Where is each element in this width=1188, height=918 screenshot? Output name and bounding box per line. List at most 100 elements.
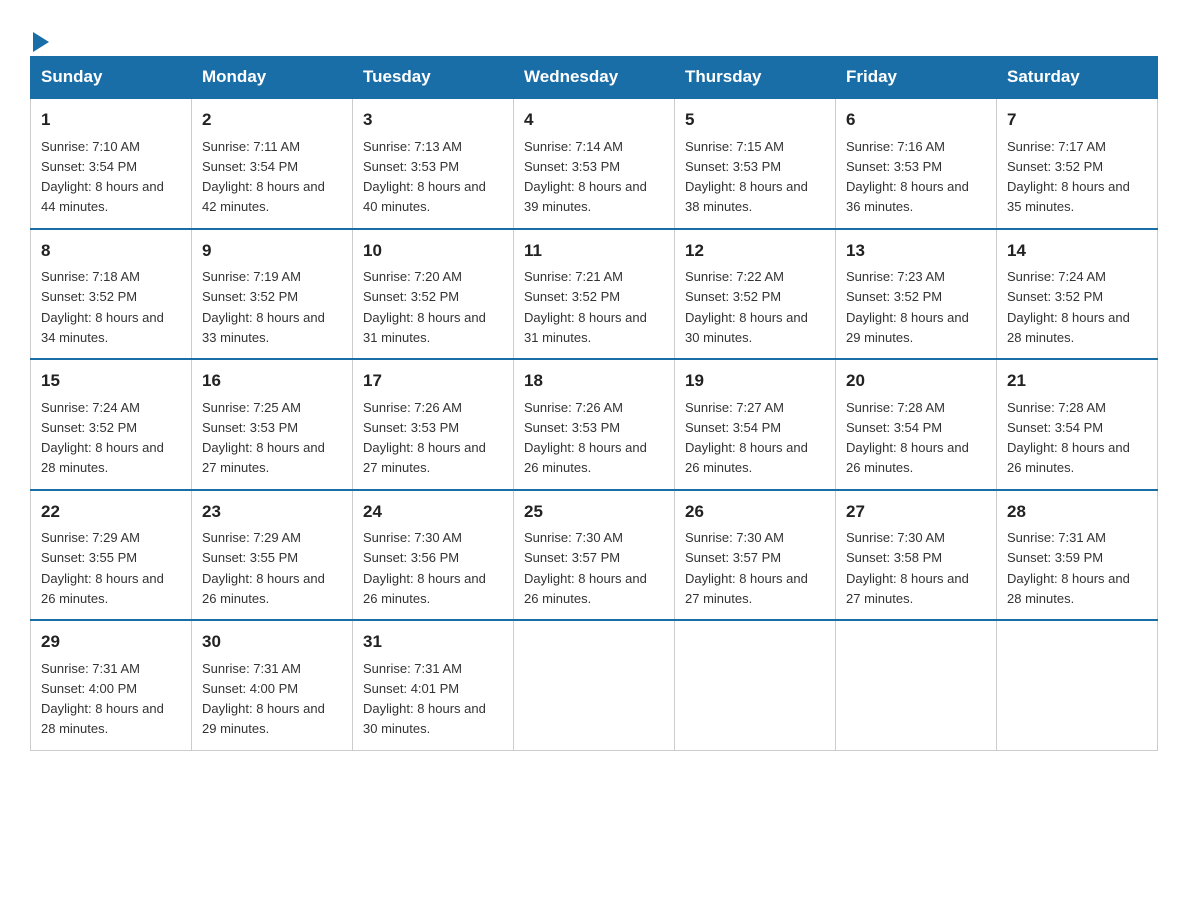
weekday-header-friday: Friday (836, 57, 997, 99)
day-info: Sunrise: 7:30 AMSunset: 3:57 PMDaylight:… (524, 530, 647, 606)
day-number: 6 (846, 107, 986, 133)
weekday-header-monday: Monday (192, 57, 353, 99)
day-cell: 31 Sunrise: 7:31 AMSunset: 4:01 PMDaylig… (353, 620, 514, 750)
day-cell: 2 Sunrise: 7:11 AMSunset: 3:54 PMDayligh… (192, 98, 353, 229)
day-info: Sunrise: 7:14 AMSunset: 3:53 PMDaylight:… (524, 139, 647, 215)
day-info: Sunrise: 7:29 AMSunset: 3:55 PMDaylight:… (41, 530, 164, 606)
day-number: 12 (685, 238, 825, 264)
day-cell: 24 Sunrise: 7:30 AMSunset: 3:56 PMDaylig… (353, 490, 514, 621)
day-cell (675, 620, 836, 750)
day-info: Sunrise: 7:17 AMSunset: 3:52 PMDaylight:… (1007, 139, 1130, 215)
day-cell: 30 Sunrise: 7:31 AMSunset: 4:00 PMDaylig… (192, 620, 353, 750)
day-info: Sunrise: 7:23 AMSunset: 3:52 PMDaylight:… (846, 269, 969, 345)
day-cell: 6 Sunrise: 7:16 AMSunset: 3:53 PMDayligh… (836, 98, 997, 229)
day-cell: 8 Sunrise: 7:18 AMSunset: 3:52 PMDayligh… (31, 229, 192, 360)
day-number: 23 (202, 499, 342, 525)
day-number: 9 (202, 238, 342, 264)
day-info: Sunrise: 7:30 AMSunset: 3:56 PMDaylight:… (363, 530, 486, 606)
day-number: 24 (363, 499, 503, 525)
day-info: Sunrise: 7:19 AMSunset: 3:52 PMDaylight:… (202, 269, 325, 345)
day-cell: 23 Sunrise: 7:29 AMSunset: 3:55 PMDaylig… (192, 490, 353, 621)
day-cell (836, 620, 997, 750)
day-cell: 1 Sunrise: 7:10 AMSunset: 3:54 PMDayligh… (31, 98, 192, 229)
day-number: 28 (1007, 499, 1147, 525)
day-info: Sunrise: 7:28 AMSunset: 3:54 PMDaylight:… (846, 400, 969, 476)
day-number: 30 (202, 629, 342, 655)
day-cell: 18 Sunrise: 7:26 AMSunset: 3:53 PMDaylig… (514, 359, 675, 490)
day-info: Sunrise: 7:31 AMSunset: 4:01 PMDaylight:… (363, 661, 486, 737)
day-cell: 29 Sunrise: 7:31 AMSunset: 4:00 PMDaylig… (31, 620, 192, 750)
day-cell: 7 Sunrise: 7:17 AMSunset: 3:52 PMDayligh… (997, 98, 1158, 229)
day-cell: 27 Sunrise: 7:30 AMSunset: 3:58 PMDaylig… (836, 490, 997, 621)
day-cell (997, 620, 1158, 750)
day-info: Sunrise: 7:20 AMSunset: 3:52 PMDaylight:… (363, 269, 486, 345)
day-cell (514, 620, 675, 750)
day-number: 18 (524, 368, 664, 394)
day-info: Sunrise: 7:24 AMSunset: 3:52 PMDaylight:… (1007, 269, 1130, 345)
day-number: 17 (363, 368, 503, 394)
day-info: Sunrise: 7:11 AMSunset: 3:54 PMDaylight:… (202, 139, 325, 215)
day-info: Sunrise: 7:31 AMSunset: 4:00 PMDaylight:… (41, 661, 164, 737)
day-info: Sunrise: 7:29 AMSunset: 3:55 PMDaylight:… (202, 530, 325, 606)
day-cell: 13 Sunrise: 7:23 AMSunset: 3:52 PMDaylig… (836, 229, 997, 360)
day-number: 14 (1007, 238, 1147, 264)
day-cell: 26 Sunrise: 7:30 AMSunset: 3:57 PMDaylig… (675, 490, 836, 621)
day-number: 16 (202, 368, 342, 394)
day-info: Sunrise: 7:16 AMSunset: 3:53 PMDaylight:… (846, 139, 969, 215)
day-info: Sunrise: 7:24 AMSunset: 3:52 PMDaylight:… (41, 400, 164, 476)
week-row-3: 15 Sunrise: 7:24 AMSunset: 3:52 PMDaylig… (31, 359, 1158, 490)
weekday-header-tuesday: Tuesday (353, 57, 514, 99)
day-cell: 20 Sunrise: 7:28 AMSunset: 3:54 PMDaylig… (836, 359, 997, 490)
day-cell: 10 Sunrise: 7:20 AMSunset: 3:52 PMDaylig… (353, 229, 514, 360)
day-cell: 19 Sunrise: 7:27 AMSunset: 3:54 PMDaylig… (675, 359, 836, 490)
day-cell: 28 Sunrise: 7:31 AMSunset: 3:59 PMDaylig… (997, 490, 1158, 621)
day-info: Sunrise: 7:13 AMSunset: 3:53 PMDaylight:… (363, 139, 486, 215)
day-cell: 12 Sunrise: 7:22 AMSunset: 3:52 PMDaylig… (675, 229, 836, 360)
day-info: Sunrise: 7:27 AMSunset: 3:54 PMDaylight:… (685, 400, 808, 476)
day-info: Sunrise: 7:26 AMSunset: 3:53 PMDaylight:… (524, 400, 647, 476)
day-info: Sunrise: 7:28 AMSunset: 3:54 PMDaylight:… (1007, 400, 1130, 476)
weekday-header-sunday: Sunday (31, 57, 192, 99)
day-number: 2 (202, 107, 342, 133)
day-number: 5 (685, 107, 825, 133)
day-info: Sunrise: 7:15 AMSunset: 3:53 PMDaylight:… (685, 139, 808, 215)
weekday-header-saturday: Saturday (997, 57, 1158, 99)
day-info: Sunrise: 7:10 AMSunset: 3:54 PMDaylight:… (41, 139, 164, 215)
week-row-1: 1 Sunrise: 7:10 AMSunset: 3:54 PMDayligh… (31, 98, 1158, 229)
day-cell: 4 Sunrise: 7:14 AMSunset: 3:53 PMDayligh… (514, 98, 675, 229)
page-header (30, 20, 1158, 46)
week-row-5: 29 Sunrise: 7:31 AMSunset: 4:00 PMDaylig… (31, 620, 1158, 750)
day-number: 11 (524, 238, 664, 264)
day-number: 15 (41, 368, 181, 394)
day-cell: 17 Sunrise: 7:26 AMSunset: 3:53 PMDaylig… (353, 359, 514, 490)
day-number: 25 (524, 499, 664, 525)
day-cell: 25 Sunrise: 7:30 AMSunset: 3:57 PMDaylig… (514, 490, 675, 621)
day-info: Sunrise: 7:30 AMSunset: 3:58 PMDaylight:… (846, 530, 969, 606)
day-number: 22 (41, 499, 181, 525)
day-number: 31 (363, 629, 503, 655)
day-cell: 11 Sunrise: 7:21 AMSunset: 3:52 PMDaylig… (514, 229, 675, 360)
day-cell: 15 Sunrise: 7:24 AMSunset: 3:52 PMDaylig… (31, 359, 192, 490)
day-info: Sunrise: 7:31 AMSunset: 3:59 PMDaylight:… (1007, 530, 1130, 606)
day-number: 26 (685, 499, 825, 525)
logo-arrow-icon (33, 32, 49, 52)
day-cell: 5 Sunrise: 7:15 AMSunset: 3:53 PMDayligh… (675, 98, 836, 229)
day-number: 8 (41, 238, 181, 264)
day-number: 10 (363, 238, 503, 264)
day-info: Sunrise: 7:21 AMSunset: 3:52 PMDaylight:… (524, 269, 647, 345)
day-info: Sunrise: 7:31 AMSunset: 4:00 PMDaylight:… (202, 661, 325, 737)
weekday-header-wednesday: Wednesday (514, 57, 675, 99)
day-number: 21 (1007, 368, 1147, 394)
day-number: 20 (846, 368, 986, 394)
day-cell: 14 Sunrise: 7:24 AMSunset: 3:52 PMDaylig… (997, 229, 1158, 360)
day-number: 1 (41, 107, 181, 133)
day-number: 29 (41, 629, 181, 655)
day-cell: 9 Sunrise: 7:19 AMSunset: 3:52 PMDayligh… (192, 229, 353, 360)
day-cell: 22 Sunrise: 7:29 AMSunset: 3:55 PMDaylig… (31, 490, 192, 621)
day-number: 7 (1007, 107, 1147, 133)
week-row-4: 22 Sunrise: 7:29 AMSunset: 3:55 PMDaylig… (31, 490, 1158, 621)
day-cell: 21 Sunrise: 7:28 AMSunset: 3:54 PMDaylig… (997, 359, 1158, 490)
weekday-header-row: SundayMondayTuesdayWednesdayThursdayFrid… (31, 57, 1158, 99)
day-number: 19 (685, 368, 825, 394)
week-row-2: 8 Sunrise: 7:18 AMSunset: 3:52 PMDayligh… (31, 229, 1158, 360)
